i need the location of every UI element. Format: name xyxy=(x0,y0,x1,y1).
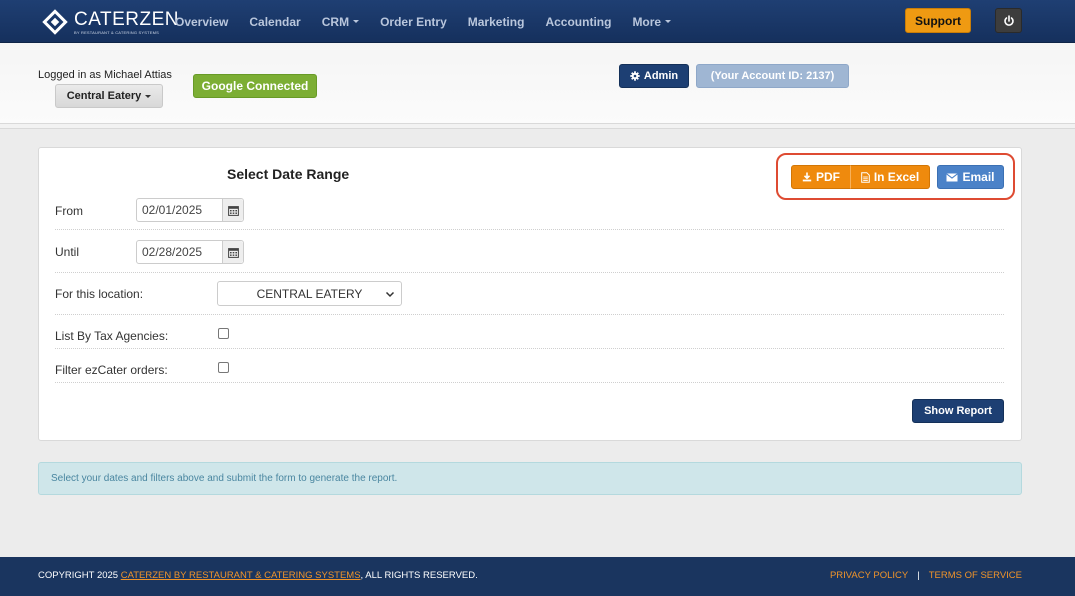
envelope-icon xyxy=(946,172,959,182)
panel-title: Select Date Range xyxy=(227,166,350,182)
ezcater-filter-label: Filter ezCater orders: xyxy=(55,363,168,377)
row-divider xyxy=(55,382,1004,383)
row-divider xyxy=(55,229,1004,230)
footer-separator: | xyxy=(917,570,920,581)
caret-down-icon xyxy=(145,94,152,98)
download-icon xyxy=(802,172,812,182)
export-excel-button[interactable]: In Excel xyxy=(850,165,930,189)
terms-of-service-link[interactable]: TERMS OF SERVICE xyxy=(929,570,1022,581)
gear-icon xyxy=(630,71,640,81)
main-nav: Overview Calendar CRM Order Entry Market… xyxy=(175,0,692,43)
nav-order-entry[interactable]: Order Entry xyxy=(380,15,447,29)
privacy-policy-link[interactable]: PRIVACY POLICY xyxy=(830,570,908,581)
ezcater-filter-checkbox[interactable] xyxy=(218,362,229,373)
caret-down-icon xyxy=(353,20,360,23)
info-message: Select your dates and filters above and … xyxy=(38,462,1022,495)
export-pdf-button[interactable]: PDF xyxy=(791,165,851,189)
until-date-group xyxy=(136,240,244,264)
tax-agencies-label: List By Tax Agencies: xyxy=(55,329,169,343)
nav-crm[interactable]: CRM xyxy=(322,15,360,29)
google-connected-button[interactable]: Google Connected xyxy=(193,74,317,98)
account-bar xyxy=(0,43,1075,123)
email-report-button[interactable]: Email xyxy=(937,165,1004,189)
location-select[interactable]: CENTRAL EATERY xyxy=(217,281,402,306)
from-label: From xyxy=(55,204,83,218)
show-report-button[interactable]: Show Report xyxy=(912,399,1004,423)
company-link[interactable]: CATERZEN BY RESTAURANT & CATERING SYSTEM… xyxy=(121,570,361,581)
logout-button[interactable] xyxy=(995,8,1022,33)
row-divider xyxy=(55,348,1004,349)
brand-tagline: by RESTAURANT & CATERING SYSTEMS xyxy=(74,29,160,35)
account-id-badge: (Your Account ID: 2137) xyxy=(696,64,849,88)
top-navbar: CATERZEN by RESTAURANT & CATERING SYSTEM… xyxy=(0,0,1075,43)
caterzen-diamond-icon xyxy=(42,9,68,35)
header-divider xyxy=(0,123,1075,129)
brand-name: CATERZEN xyxy=(74,8,179,30)
calendar-icon[interactable] xyxy=(222,199,243,221)
copyright-text: COPYRIGHT 2025 CATERZEN BY RESTAURANT & … xyxy=(38,570,478,581)
location-dropdown-button[interactable]: Central Eatery xyxy=(55,84,163,108)
nav-marketing[interactable]: Marketing xyxy=(468,15,525,29)
row-divider xyxy=(55,272,1004,273)
location-label: For this location: xyxy=(55,287,144,301)
location-select-value: CENTRAL EATERY xyxy=(256,286,363,301)
nav-more[interactable]: More xyxy=(632,15,672,29)
calendar-icon[interactable] xyxy=(222,241,243,263)
nav-calendar[interactable]: Calendar xyxy=(249,15,300,29)
from-date-input[interactable] xyxy=(137,199,222,221)
logged-in-text: Logged in as Michael Attias xyxy=(38,69,172,81)
admin-button[interactable]: Admin xyxy=(619,64,689,88)
until-date-input[interactable] xyxy=(137,241,222,263)
nav-accounting[interactable]: Accounting xyxy=(545,15,611,29)
from-date-group xyxy=(136,198,244,222)
power-icon xyxy=(1003,14,1014,26)
footer-links: PRIVACY POLICY | TERMS OF SERVICE xyxy=(830,570,1022,581)
nav-overview[interactable]: Overview xyxy=(175,15,228,29)
file-icon xyxy=(861,171,870,183)
caterzen-logo[interactable]: CATERZEN by RESTAURANT & CATERING SYSTEM… xyxy=(42,8,179,36)
support-button[interactable]: Support xyxy=(905,8,971,33)
until-label: Until xyxy=(55,245,80,259)
row-divider xyxy=(55,314,1004,315)
tax-agencies-checkbox[interactable] xyxy=(218,328,229,339)
chevron-down-icon xyxy=(385,291,395,298)
caret-down-icon xyxy=(665,20,672,23)
